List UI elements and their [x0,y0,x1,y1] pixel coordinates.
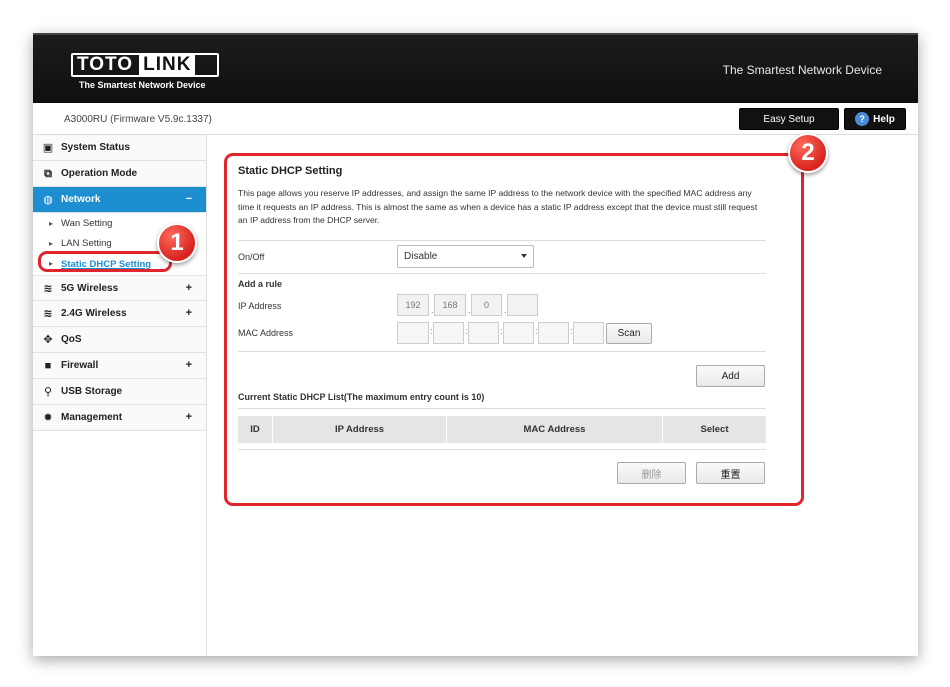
ip-octet-2[interactable]: 168 [434,294,466,316]
sidebar-item-5g-wireless[interactable]: ≋ 5G Wireless + [33,275,206,301]
sidebar-item-label: 2.4G Wireless [61,308,127,319]
logo-text-link: LINK [139,55,196,75]
easy-setup-button[interactable]: Easy Setup [739,108,839,130]
onoff-select[interactable]: Disable [397,245,534,268]
mac-part-5[interactable] [538,322,569,344]
mac-part-2[interactable] [433,322,464,344]
step-badge-1: 1 [157,223,197,263]
expand-icon[interactable]: + [186,307,192,319]
divider [238,449,766,450]
onoff-row: On/Off Disable [238,240,766,274]
onoff-value: Disable [404,251,438,262]
expand-icon[interactable]: + [186,359,192,371]
usb-icon: ⚲ [43,386,53,398]
dhcp-table-header: ID IP Address MAC Address Select [238,416,766,443]
sidebar-item-label: QoS [61,334,82,345]
lock-icon: ■ [44,360,52,372]
firmware-version: A3000RU (Firmware V5.9c.1337) [64,114,212,125]
static-dhcp-panel: Static DHCP Setting This page allows you… [238,160,766,484]
bullet-icon: ▸ [49,239,54,248]
wifi-icon: ≋ [43,308,53,320]
chevron-down-icon [521,254,527,258]
sidebar-item-label: Management [61,412,123,423]
sidebar-item-system-status[interactable]: ▣ System Status [33,135,206,161]
totolink-logo: TOTO LINK The Smartest Network Device [71,53,219,93]
page-description: This page allows you reserve IP addresse… [238,188,758,225]
sidebar-item-24g-wireless[interactable]: ≋ 2.4G Wireless + [33,301,206,327]
bullet-icon: ▸ [49,219,54,228]
mac-part-1[interactable] [397,322,429,344]
windows-icon: ⧉ [44,168,52,180]
column-header-select: Select [700,424,729,435]
monitor-icon: ▣ [42,142,54,154]
ip-address-label: IP Address [238,301,282,311]
divider [238,408,766,409]
sidebar-item-usb-storage[interactable]: ⚲ USB Storage [33,379,206,405]
mac-part-4[interactable] [503,322,534,344]
sidebar-item-management[interactable]: ✹ Management + [33,405,206,431]
dhcp-list-title: Current Static DHCP List(The maximum ent… [238,392,485,402]
sidebar-subitem-label: LAN Setting [61,237,112,249]
logo-text-toto: TOTO [77,54,134,75]
sidebar-item-network[interactable]: ◍ Network − [33,187,206,213]
sidebar-item-label: 5G Wireless [61,282,119,294]
collapse-icon[interactable]: − [186,193,192,205]
sidebar-item-operation-mode[interactable]: ⧉ Operation Mode [33,161,206,187]
sidebar-item-label: USB Storage [61,386,123,397]
ip-octet-4[interactable] [507,294,538,316]
ip-octet-3[interactable]: 0 [471,294,502,316]
globe-icon: ◍ [43,194,53,206]
column-header-id: ID [238,416,273,443]
delete-button[interactable]: 删除 [617,462,686,484]
wifi-icon: ≋ [43,283,53,295]
ip-octet-1[interactable]: 192 [397,294,429,316]
help-icon: ? [855,112,870,126]
help-button[interactable]: ? Help [844,108,906,130]
expand-icon[interactable]: + [186,282,192,294]
gear-icon: ✹ [43,412,53,424]
callout-highlight-1 [38,251,172,272]
sidebar-item-qos[interactable]: ✥ QoS [33,327,206,353]
sidebar-item-firewall[interactable]: ■ Firewall + [33,353,206,379]
sub-header: A3000RU (Firmware V5.9c.1337) Easy Setup… [33,103,918,135]
sidebar-subitem-label: Wan Setting [61,217,113,229]
expand-icon[interactable]: + [186,411,192,423]
column-header-ip: IP Address [273,416,447,443]
divider [238,351,766,352]
scan-button[interactable]: Scan [606,323,652,344]
header-tagline: The Smartest Network Device [722,63,882,77]
sidebar-item-label: Operation Mode [61,168,138,179]
sidebar-item-label: Firewall [61,360,99,371]
mac-part-6[interactable] [573,322,604,344]
reset-button[interactable]: 重置 [696,462,765,484]
add-rule-heading: Add a rule [238,279,283,289]
help-label: Help [873,113,895,125]
mac-part-3[interactable] [468,322,499,344]
header-bar: TOTO LINK The Smartest Network Device Th… [33,33,918,103]
page-title: Static DHCP Setting [238,165,343,177]
step-badge-2: 2 [788,133,828,173]
sidebar-nav: ▣ System Status ⧉ Operation Mode ◍ Netwo… [33,135,207,656]
sidebar-item-label: System Status [61,142,130,153]
column-header-mac: MAC Address [447,416,663,443]
add-button[interactable]: Add [696,365,765,387]
qos-icon: ✥ [43,334,53,346]
logo-subtitle: The Smartest Network Device [79,80,206,90]
sidebar-item-label: Network [61,194,101,205]
mac-address-label: MAC Address [238,328,294,338]
onoff-label: On/Off [238,252,265,262]
